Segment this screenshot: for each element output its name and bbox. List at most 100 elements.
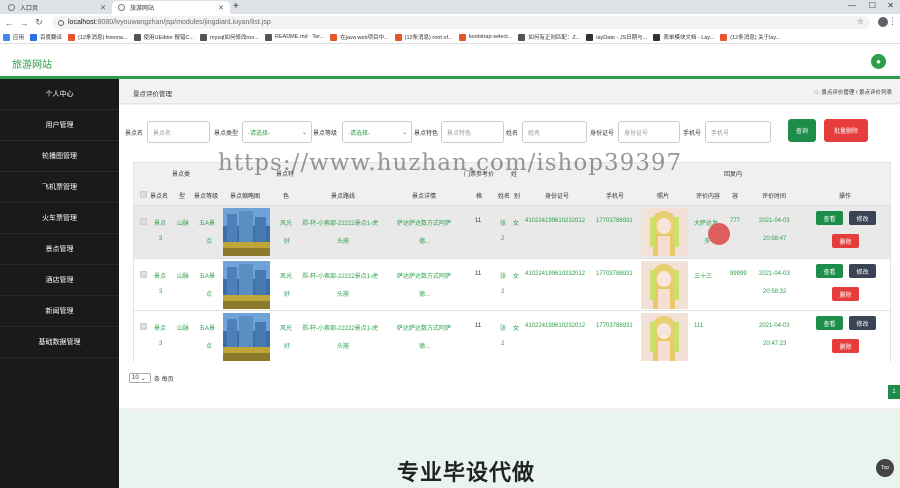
more-menu-icon[interactable]: ⋮ [888, 16, 897, 27]
name-label: 景点名 [125, 131, 144, 137]
bookmark-item[interactable]: 如何有正则匹配：Z... [518, 33, 580, 41]
bookmark-item[interactable]: layDate - JS日期与... [586, 33, 647, 41]
table-row[interactable]: 景点 3 山脉 五A景点 风光好 郑-轩-小索部-22222景点1-虎 头崩 萨达萨达数方式阿… [134, 258, 890, 311]
breadcrumb-text: 景点评价管理 / 景点评价列表 [821, 90, 892, 96]
cell-reply: 99999 [730, 271, 747, 277]
pager: 10 ⌄ 条 每页 [129, 373, 174, 383]
delete-button[interactable]: 删除 [832, 339, 859, 353]
table-row[interactable]: 景点 3 山脉 五A景点 风光好 郑-轩-小索部-22222景点1-虎 头崩 萨达萨达数方式阿… [134, 205, 890, 258]
bookmark-favicon-icon [133, 33, 141, 41]
sidebar-item[interactable]: 火车票管理 [0, 203, 119, 234]
maximize-icon[interactable]: ☐ [869, 1, 876, 10]
cell-price: 11 [475, 323, 482, 329]
bookmark-item[interactable]: 使用UEditor 报错C... [133, 33, 194, 41]
bookmark-item[interactable]: 在java web项目中... [330, 33, 389, 41]
cell-feature-a: 风光 [280, 221, 293, 227]
close-icon[interactable]: ✕ [100, 4, 106, 12]
query-button[interactable]: 查询 [788, 119, 816, 142]
cell-person-b: 2 [501, 236, 505, 242]
bookmark-favicon-icon [199, 33, 207, 41]
row-checkbox[interactable] [140, 218, 147, 225]
url-path: :8080/lvyouwangzhan/jsp/modules/jingdian… [95, 19, 271, 26]
user-photo [641, 261, 688, 309]
bookmark-item[interactable]: 百度翻译 [30, 33, 62, 41]
sidebar-item[interactable]: 用户管理 [0, 110, 119, 141]
bookmark-item[interactable]: 表单模块文档 - Lay... [653, 33, 714, 41]
profile-avatar[interactable] [878, 17, 888, 27]
table-row[interactable]: 景点 3 山脉 五A景点 风光好 郑-轩-小索部-22222景点1-虎 头崩 萨达萨达数方式阿… [134, 310, 890, 362]
watermark-text: https://www.huzhan.com/ishop39397 [218, 150, 683, 176]
window-close-icon[interactable]: ✕ [887, 1, 894, 10]
edit-button[interactable]: 修改 [849, 316, 876, 330]
cell-idcard: 410224199610232012 [525, 271, 586, 277]
cell-time-b: 20:58:47 [763, 236, 787, 242]
close-icon[interactable]: ✕ [218, 4, 224, 12]
row-checkbox[interactable] [140, 323, 147, 330]
bookmark-item[interactable]: (12条消息) freema... [68, 33, 128, 41]
scenic-thumbnail [223, 313, 270, 361]
view-button[interactable]: 查看 [816, 264, 843, 278]
bookmark-item[interactable]: (12条消息) 关于lay... [720, 33, 780, 41]
cell-name-a: 景点 [154, 326, 167, 332]
bulk-delete-button[interactable]: 批量删除 [824, 119, 868, 142]
home-icon[interactable]: ⌂ [814, 89, 818, 96]
select-all-checkbox[interactable] [140, 191, 147, 198]
type-select[interactable]: -请选择- ⌄ [242, 121, 312, 143]
back-icon[interactable]: ← [3, 18, 15, 28]
user-icon[interactable]: ● [871, 54, 886, 69]
bookmark-favicon-icon [30, 33, 38, 41]
back-to-top-button[interactable]: Top [876, 459, 894, 477]
sidebar-item[interactable]: 酒店管理 [0, 265, 119, 296]
delete-button[interactable]: 删除 [832, 234, 859, 248]
type-label: 景点类型 [214, 131, 239, 137]
row-checkbox[interactable] [140, 271, 147, 278]
cell-route-b: 头崩 [337, 344, 350, 350]
sidebar-item[interactable]: 个人中心 [0, 79, 119, 110]
sidebar-item[interactable]: 飞机票管理 [0, 172, 119, 203]
cell-name-b: 3 [159, 289, 163, 295]
view-button[interactable]: 查看 [816, 211, 843, 225]
browser-tab-travel[interactable]: 旅游网站 ✕ [112, 1, 230, 14]
new-tab-icon[interactable]: + [233, 1, 239, 12]
sidebar-item[interactable]: 轮播图管理 [0, 141, 119, 172]
name-input[interactable]: 景点名 [147, 121, 210, 143]
level-select[interactable]: -请选择- ⌄ [342, 121, 412, 143]
sidebar-item[interactable]: 景点管理 [0, 234, 119, 265]
bookmark-item[interactable]: 应用 [3, 33, 24, 41]
info-icon[interactable] [58, 19, 64, 26]
forward-icon[interactable]: → [18, 18, 30, 28]
star-icon[interactable]: ☆ [857, 17, 864, 26]
person-input[interactable]: 姓名 [522, 121, 587, 143]
cell-phone: 17703786931 [596, 271, 633, 277]
page-number-button[interactable]: 1 [888, 385, 900, 399]
header-time: 评价时间 [762, 194, 787, 200]
header-person: 姓名 [498, 194, 511, 200]
bookmark-item[interactable]: (12条消息) root of... [394, 33, 453, 41]
main-area: 景点评价管理 ⌂ 景点评价管理 / 景点评价列表 景点名 景点名 景点类型 -请… [119, 79, 900, 488]
feature-input[interactable]: 景点特色 [441, 121, 504, 143]
delete-button[interactable]: 删除 [832, 287, 859, 301]
idcard-input[interactable]: 身份证号 [618, 121, 680, 143]
app-title[interactable]: 旅游网站 [12, 56, 52, 71]
minimize-icon[interactable]: — [848, 1, 856, 10]
phone-input[interactable]: 手机号 [705, 121, 771, 143]
bookmark-label: bootstrap-select... [468, 34, 513, 40]
bookmark-item[interactable]: bootstrap-select... [458, 33, 513, 41]
cell-phone: 17703786931 [596, 323, 633, 329]
bookmark-label: mysql如何修改roo... [209, 35, 259, 41]
reload-icon[interactable]: ↻ [33, 17, 45, 28]
url-host: localhost [68, 19, 96, 26]
edit-button[interactable]: 修改 [849, 264, 876, 278]
bookmark-item[interactable]: README.md · Ter... [264, 33, 324, 41]
sidebar-item[interactable]: 基础数据管理 [0, 327, 119, 358]
cell-idcard: 410224199610232012 [525, 323, 586, 329]
page-size-select[interactable]: 10 ⌄ [129, 373, 151, 383]
sidebar-item[interactable]: 新闻管理 [0, 296, 119, 327]
header-route: 景点路线 [331, 194, 356, 200]
cell-route-a: 郑-轩-小索部-22222景点1-虎 [302, 274, 379, 280]
view-button[interactable]: 查看 [816, 316, 843, 330]
url-input[interactable]: localhost:8080/lvyouwangzhan/jsp/modules… [52, 16, 870, 29]
edit-button[interactable]: 修改 [849, 211, 876, 225]
browser-tab-entry[interactable]: 入口页 ✕ [2, 1, 112, 14]
bookmark-item[interactable]: mysql如何修改roo... [199, 33, 259, 41]
